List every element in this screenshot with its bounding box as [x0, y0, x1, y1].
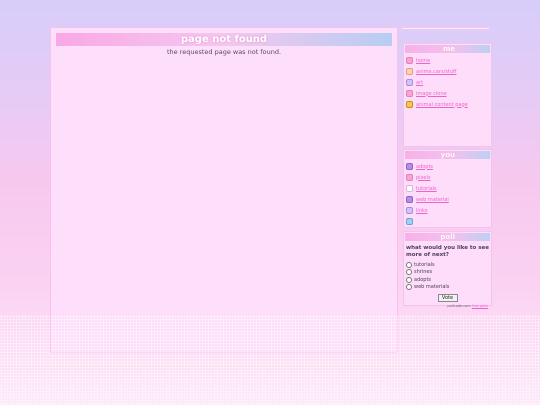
pink-pixel-icon [406, 174, 413, 181]
nav-item-home[interactable]: home [406, 55, 491, 66]
error-message: the requested page was not found. [166, 48, 282, 56]
radio-icon[interactable] [406, 284, 412, 291]
nav-item-stuff[interactable]: anime.cars/stuff [406, 66, 491, 77]
radio-icon[interactable] [406, 269, 412, 276]
you-box-title: you [405, 151, 490, 159]
lavender-icon [406, 79, 413, 86]
purple-pixel-icon [406, 163, 413, 170]
poll-footer-link[interactable]: free polls [472, 304, 488, 308]
poll-box-title: poll [405, 233, 490, 241]
sidebar-poll-box: poll what would you like to see more of … [403, 231, 492, 308]
nav-item-links[interactable]: links [406, 205, 491, 216]
lavender-sparkle-icon [406, 207, 413, 214]
nav-link-adopts[interactable]: adopts [416, 164, 433, 170]
peach-icon [406, 68, 413, 75]
nav-link-links[interactable]: links [416, 208, 427, 214]
sidebar-me-box: me home anime.cars/stuff art image clone… [403, 43, 492, 147]
pink-face-icon [406, 57, 413, 64]
purple-heart-icon [406, 196, 413, 203]
nav-item-image-clone[interactable]: image clone [406, 88, 491, 99]
poll-option-adopts[interactable]: adopts [406, 276, 491, 284]
pink-icon [406, 90, 413, 97]
yellow-animal-icon [406, 101, 413, 108]
sidebar-top-bar [401, 27, 490, 30]
vote-button[interactable]: Vote [437, 294, 458, 302]
nav-link-image-clone[interactable]: image clone [416, 91, 447, 97]
nav-link-web-material[interactable]: web material [416, 197, 449, 203]
me-box-title: me [405, 45, 490, 53]
nav-link-tutorials[interactable]: tutorials [416, 186, 437, 192]
nav-item-animal-content[interactable]: animal content page [406, 99, 491, 110]
nav-item-pixels[interactable]: pixels [406, 172, 491, 183]
poll-option-tutorials[interactable]: tutorials [406, 261, 491, 269]
nav-link-stuff[interactable]: anime.cars/stuff [416, 69, 457, 75]
nav-item-extra[interactable] [406, 216, 491, 227]
nav-link-art[interactable]: art [416, 80, 423, 86]
poll-option-web-materials[interactable]: web materials [406, 284, 491, 292]
poll-question: what would you like to see more of next? [406, 245, 489, 258]
nav-link-home[interactable]: home [416, 58, 430, 64]
white-circle-icon [406, 185, 413, 192]
nav-link-animal-content[interactable]: animal content page [416, 102, 468, 108]
radio-icon[interactable] [406, 261, 412, 268]
main-content-panel: page not found the requested page was no… [50, 27, 398, 353]
poll-option-shrines[interactable]: shrines [406, 269, 491, 277]
nav-item-tutorials[interactable]: tutorials [406, 183, 491, 194]
nav-item-adopts[interactable]: adopts [406, 161, 491, 172]
poll-footer: pollcode.com free polls [404, 304, 488, 308]
nav-link-pixels[interactable]: pixels [416, 175, 430, 181]
page-title: page not found [56, 33, 392, 46]
nav-item-art[interactable]: art [406, 77, 491, 88]
blue-circle-icon[interactable] [406, 218, 413, 225]
radio-icon[interactable] [406, 276, 412, 283]
nav-item-web-material[interactable]: web material [406, 194, 491, 205]
sidebar-you-box: you adopts pixels tutorials web material… [403, 149, 492, 228]
poll-footer-text: pollcode.com [447, 304, 471, 308]
